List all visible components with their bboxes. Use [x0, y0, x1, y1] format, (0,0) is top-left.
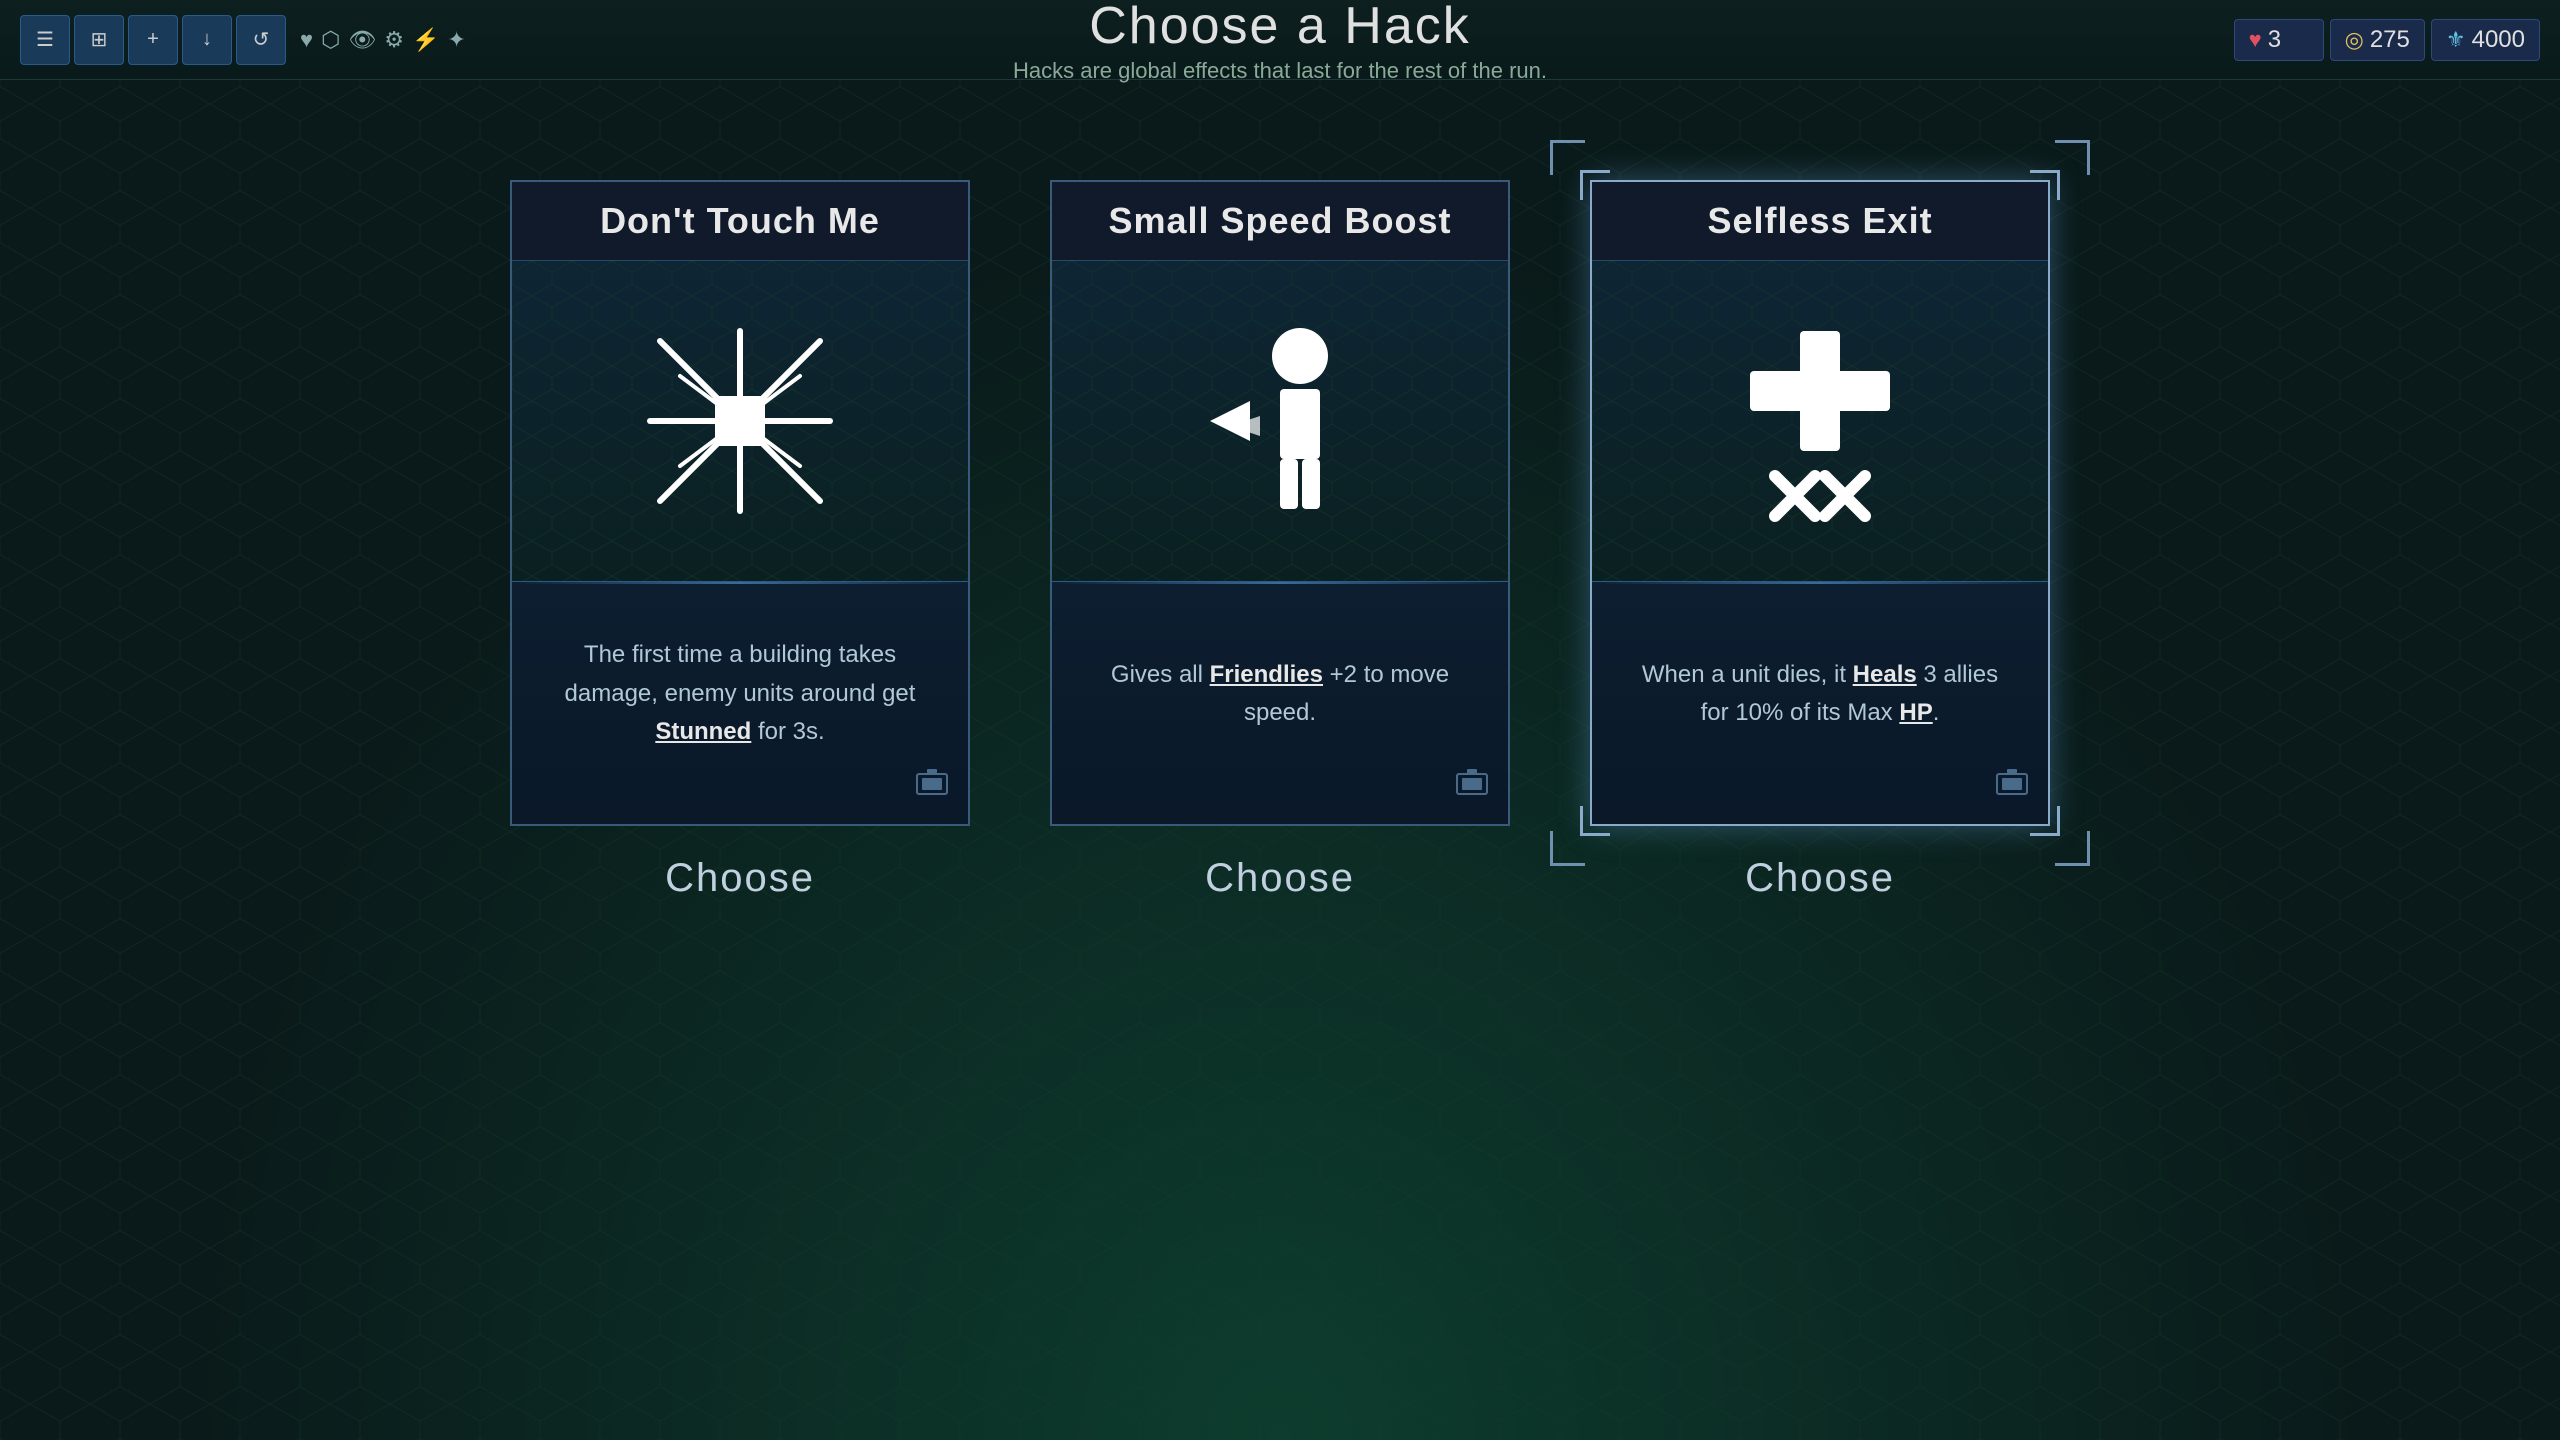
card-title-1: Don't Touch Me: [532, 200, 948, 242]
card-description-2: Gives all Friendlies +2 to move speed.: [1092, 656, 1468, 733]
cost-icon-svg-3: [1992, 766, 2032, 801]
menu-button[interactable]: ☰: [20, 15, 70, 65]
bracket-tr: [2030, 170, 2060, 200]
time-stat: ◎ 275: [2330, 19, 2425, 61]
outer-bracket-bl: [1550, 831, 1585, 866]
card-wrapper-selfless-exit: Selfless Exit: [1590, 180, 2050, 901]
refresh-button[interactable]: ↺: [236, 15, 286, 65]
stunned-keyword: Stunned: [655, 718, 751, 745]
outer-bracket-tr: [2055, 140, 2090, 175]
top-bar: ☰ ⊞ + ↓ ↺ ♥ ⬡ 👁 ⚙ ⚡ ✦ Choose a Hack Hack…: [0, 0, 2560, 80]
selfless-exit-outer: Selfless Exit: [1590, 180, 2050, 826]
toolbar: ☰ ⊞ + ↓ ↺ ♥ ⬡ 👁 ⚙ ⚡ ✦: [20, 15, 466, 65]
heart-nav-icon[interactable]: ♥: [300, 27, 313, 53]
card-cost-icon-2: [1452, 766, 1492, 808]
time-value: 275: [2370, 26, 2410, 54]
friendlies-keyword: Friendlies: [1210, 661, 1323, 688]
selfless-exit-icon: [1720, 311, 1920, 531]
card-image-3: [1592, 261, 2048, 581]
card-cost-icon-1: [912, 766, 952, 808]
header-center: Choose a Hack Hacks are global effects t…: [1013, 0, 1547, 84]
card-cost-icon-3: [1992, 766, 2032, 808]
card-description-3: When a unit dies, it Heals 3 allies for …: [1632, 656, 2008, 733]
gear-nav-icon[interactable]: ⚙: [384, 27, 404, 53]
lightning-nav-icon[interactable]: ⚡: [412, 27, 439, 53]
card-text-area-1: The first time a building takes damage, …: [512, 584, 968, 824]
speed-boost-icon: [1180, 311, 1380, 531]
hp-keyword: HP: [1899, 699, 1932, 726]
eye-nav-icon[interactable]: 👁: [348, 27, 376, 53]
stats-bar: ♥ 3 ◎ 275 ⚜ 4000: [2234, 19, 2540, 61]
card-image-2: [1052, 261, 1508, 581]
cost-icon-svg-2: [1452, 766, 1492, 801]
heart-icon: ♥: [2249, 27, 2262, 53]
score-stat: ⚜ 4000: [2431, 19, 2540, 61]
hearts-value: 3: [2268, 26, 2281, 54]
dont-touch-icon: [640, 321, 840, 521]
card-title-bar-3: Selfless Exit: [1592, 182, 2048, 261]
choose-button-1[interactable]: Choose: [665, 856, 815, 901]
bracket-tl: [1580, 170, 1610, 200]
score-value: 4000: [2472, 26, 2525, 54]
card-title-bar-2: Small Speed Boost: [1052, 182, 1508, 261]
card-wrapper-small-speed-boost: Small Speed Boost: [1050, 180, 1510, 901]
choose-button-2[interactable]: Choose: [1205, 856, 1355, 901]
grid-button[interactable]: ⊞: [74, 15, 124, 65]
add-button[interactable]: +: [128, 15, 178, 65]
cards-area: Don't Touch Me: [0, 80, 2560, 901]
choose-button-3[interactable]: Choose: [1745, 856, 1895, 901]
card-image-1: [512, 261, 968, 581]
card-small-speed-boost[interactable]: Small Speed Boost: [1050, 180, 1510, 826]
card-text-area-3: When a unit dies, it Heals 3 allies for …: [1592, 584, 2048, 824]
card-title-3: Selfless Exit: [1612, 200, 2028, 242]
download-button[interactable]: ↓: [182, 15, 232, 65]
card-wrapper-dont-touch-me: Don't Touch Me: [510, 180, 970, 901]
outer-bracket-br: [2055, 831, 2090, 866]
card-title-bar-1: Don't Touch Me: [512, 182, 968, 261]
time-icon: ◎: [2345, 27, 2364, 53]
hearts-stat: ♥ 3: [2234, 19, 2324, 61]
card-selfless-exit[interactable]: Selfless Exit: [1590, 180, 2050, 826]
score-icon: ⚜: [2446, 27, 2466, 53]
card-description-1: The first time a building takes damage, …: [552, 636, 928, 751]
cost-icon-svg-1: [912, 766, 952, 801]
nav-icons: ♥ ⬡ 👁 ⚙ ⚡ ✦: [300, 27, 466, 53]
heals-keyword: Heals: [1853, 661, 1917, 688]
card-dont-touch-me[interactable]: Don't Touch Me: [510, 180, 970, 826]
card-text-area-2: Gives all Friendlies +2 to move speed.: [1052, 584, 1508, 824]
star-nav-icon[interactable]: ✦: [447, 27, 465, 53]
hex-nav-icon[interactable]: ⬡: [321, 27, 340, 53]
card-title-2: Small Speed Boost: [1072, 200, 1488, 242]
page-subtitle: Hacks are global effects that last for t…: [1013, 58, 1547, 84]
page-title: Choose a Hack: [1013, 0, 1547, 56]
